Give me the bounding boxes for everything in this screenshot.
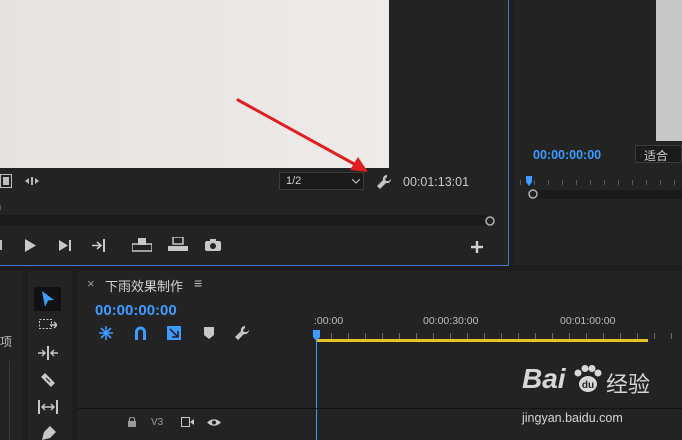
chevron-down-icon — [352, 179, 360, 184]
source-time-ruler[interactable] — [514, 180, 682, 188]
source-timecode[interactable]: 00:00:00:00 — [533, 148, 601, 162]
timeline-settings-icon[interactable] — [234, 325, 250, 341]
playhead-icon[interactable] — [526, 176, 532, 186]
toggle-output-icon[interactable] — [181, 417, 194, 427]
watermark-url: jingyan.baidu.com — [522, 411, 623, 425]
lift-icon[interactable] — [132, 237, 152, 252]
track-label[interactable]: V3 — [151, 417, 163, 428]
marker-arrows-icon[interactable] — [25, 176, 39, 186]
ruler-label-1m: 00:01:00:00 — [560, 315, 616, 327]
add-marker-icon[interactable] — [204, 327, 214, 339]
extract-icon[interactable] — [168, 237, 188, 252]
ruler-label-0: :00:00 — [314, 315, 344, 327]
track-select-tool-icon[interactable] — [39, 319, 57, 333]
program-video-frame — [0, 0, 389, 168]
watermark-brand-cn: 经验 — [606, 372, 651, 397]
selection-tool[interactable] — [34, 287, 61, 311]
project-panel-label: 项 — [0, 335, 13, 349]
tab-menu-icon[interactable]: ≡ — [194, 275, 202, 291]
ruler-label-30s: 00:00:30:00 — [423, 315, 479, 327]
close-tab-icon[interactable]: × — [87, 276, 95, 291]
zoom-handle-icon[interactable] — [485, 216, 495, 226]
tools-panel — [28, 271, 72, 440]
paw-icon: du — [572, 365, 602, 393]
step-back-icon[interactable] — [0, 240, 4, 250]
project-panel-box — [0, 361, 10, 440]
play-icon[interactable] — [24, 239, 36, 252]
resolution-value: 1/2 — [286, 175, 302, 187]
program-time-ruler[interactable] — [0, 205, 495, 210]
lock-icon[interactable] — [128, 417, 136, 427]
linked-selection-icon[interactable] — [167, 326, 181, 340]
ripple-edit-tool-icon[interactable] — [38, 346, 58, 360]
sequence-tab-title[interactable]: 下雨效果制作 — [105, 276, 183, 295]
project-panel: 项 — [0, 271, 23, 440]
nest-icon[interactable] — [99, 326, 113, 340]
source-video-frame — [656, 0, 682, 141]
go-to-out-icon[interactable] — [92, 239, 108, 252]
timeline-playhead-icon[interactable] — [313, 330, 320, 341]
timeline-current-time[interactable]: 00:00:00:00 — [95, 302, 177, 319]
source-monitor-panel: 00:00:00:00 适合 — [514, 0, 682, 265]
slip-tool-icon[interactable] — [38, 400, 58, 414]
pen-tool-icon[interactable] — [40, 426, 56, 440]
source-scrub-bar[interactable] — [534, 190, 682, 199]
razor-tool-icon[interactable] — [41, 373, 55, 387]
fit-dropdown[interactable]: 适合 — [635, 145, 682, 163]
step-forward-icon[interactable] — [59, 240, 72, 251]
program-scrub-bar[interactable] — [0, 215, 487, 226]
eye-icon[interactable] — [207, 418, 221, 427]
baidu-watermark: Bai du 经验 jingyan.baidu.com — [522, 363, 682, 431]
source-zoom-handle-icon[interactable] — [528, 189, 538, 199]
track-header-v3[interactable]: V3 — [78, 409, 314, 440]
program-monitor-panel: 1/2 00:01:13:01 — [0, 0, 509, 265]
program-timecode[interactable]: 00:01:13:01 — [403, 175, 469, 189]
watermark-brand-paw: du — [582, 380, 594, 391]
work-area-bar[interactable] — [316, 339, 648, 342]
snap-icon[interactable] — [134, 326, 147, 340]
add-icon[interactable] — [471, 241, 483, 253]
selection-tool-icon — [42, 291, 54, 307]
camera-icon[interactable] — [205, 239, 221, 251]
watermark-brand: Bai — [522, 363, 566, 394]
wrench-icon[interactable] — [376, 174, 392, 190]
resolution-dropdown[interactable]: 1/2 — [279, 172, 364, 190]
playhead-line — [316, 341, 317, 440]
film-icon[interactable] — [0, 174, 12, 188]
fit-value: 适合 — [644, 149, 669, 163]
